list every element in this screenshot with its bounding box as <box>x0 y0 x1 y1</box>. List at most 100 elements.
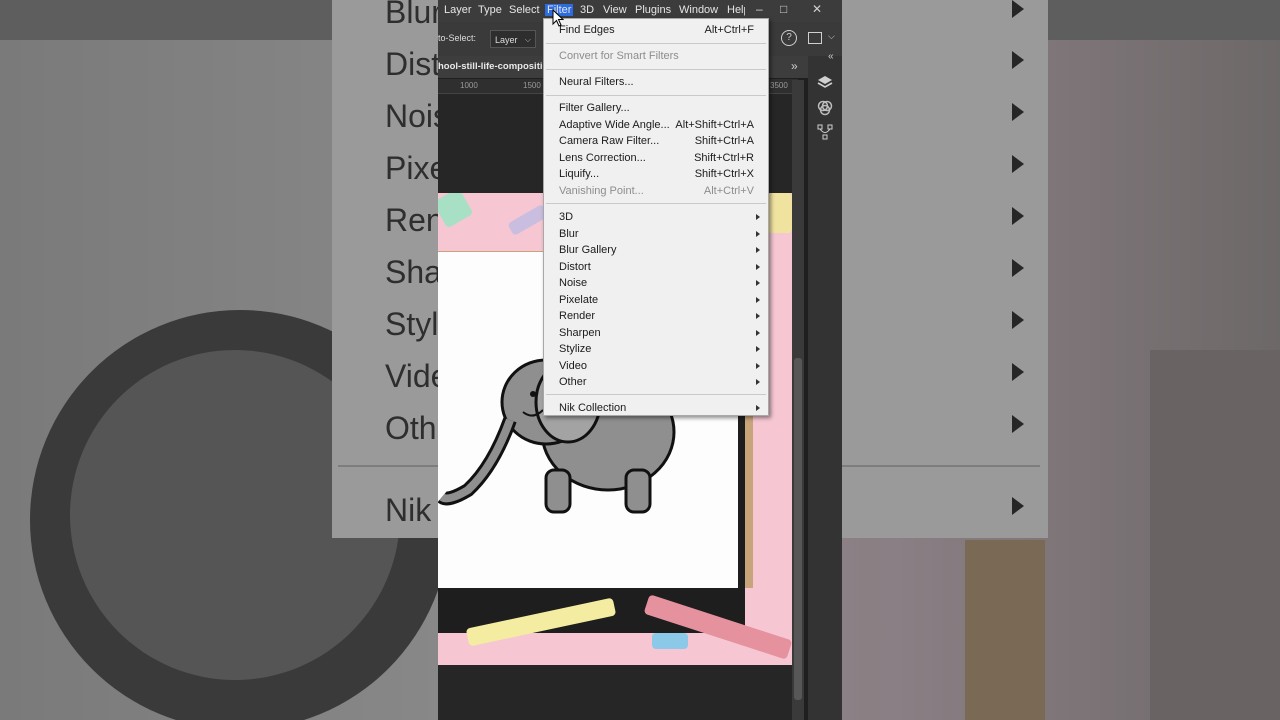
submenu-sharpen[interactable]: Sharpen <box>559 325 760 341</box>
bg-arrow-icon <box>1012 363 1024 381</box>
submenu-arrow-icon <box>756 346 760 352</box>
bg-arrow-icon <box>1012 155 1024 173</box>
menu-item-shortcut: Shift+Ctrl+R <box>694 151 754 164</box>
menu-item-camera-raw-filter[interactable]: Camera Raw Filter... Shift+Ctrl+A <box>559 133 756 149</box>
menu-item-label: Other <box>559 376 587 388</box>
scrollbar-thumb[interactable] <box>794 358 802 700</box>
menu-item-label: Filter Gallery... <box>559 102 630 114</box>
bg-arrow-icon <box>1012 311 1024 329</box>
menu-separator <box>546 95 766 96</box>
help-icon[interactable]: ? <box>781 30 797 46</box>
paths-icon[interactable] <box>817 124 833 140</box>
menu-separator <box>546 43 766 44</box>
menu-item-neural-filters[interactable]: Neural Filters... <box>559 74 756 90</box>
menu-item-label: Stylize <box>559 343 592 355</box>
submenu-stylize[interactable]: Stylize <box>559 341 760 357</box>
submenu-arrow-icon <box>756 379 760 385</box>
menu-window[interactable]: Window <box>679 4 718 16</box>
menu-item-label: Find Edges <box>559 24 615 36</box>
collapse-icon[interactable]: « <box>828 51 834 62</box>
submenu-video[interactable]: Video <box>559 358 760 374</box>
bg-label: Oth <box>385 410 437 446</box>
submenu-other[interactable]: Other <box>559 374 760 390</box>
bg-arrow-icon <box>1012 51 1024 69</box>
chalk-yellow-top <box>768 193 792 233</box>
layers-icon[interactable] <box>817 74 833 90</box>
menu-item-label: Noise <box>559 277 588 289</box>
chalk-green <box>438 193 474 229</box>
menu-plugins[interactable]: Plugins <box>635 4 671 16</box>
menu-separator <box>546 69 766 70</box>
menu-item-label: Camera Raw Filter... <box>559 135 660 147</box>
ruler-tick: 3500 <box>770 81 788 90</box>
menu-item-shortcut: Alt+Ctrl+F <box>704 24 754 36</box>
submenu-3d[interactable]: 3D <box>559 209 760 225</box>
submenu-distort[interactable]: Distort <box>559 259 760 275</box>
menu-item-label: 3D <box>559 211 574 223</box>
submenu-arrow-icon <box>756 214 760 220</box>
submenu-nik-collection[interactable]: Nik Collection <box>559 400 760 416</box>
channels-icon[interactable] <box>817 100 833 116</box>
menu-item-lens-correction[interactable]: Lens Correction... Shift+Ctrl+R <box>559 150 756 166</box>
double-chevron-icon[interactable]: » <box>791 59 798 73</box>
menu-help[interactable]: Help <box>727 4 745 16</box>
submenu-arrow-icon <box>756 405 760 411</box>
auto-select-dropdown[interactable]: Layer ⌵ <box>490 30 536 48</box>
menu-item-label: Neural Filters... <box>559 76 634 88</box>
minimize-button[interactable]: – <box>756 2 763 16</box>
menu-item-label: Vanishing Point... <box>559 184 644 197</box>
menu-item-filter-gallery[interactable]: Filter Gallery... <box>559 100 756 116</box>
bg-arrow-icon <box>1012 497 1024 515</box>
bg-label: Sha <box>385 254 442 290</box>
bg-arrow-icon <box>1012 207 1024 225</box>
bg-label: Blur <box>385 0 442 30</box>
menu-item-label: Adaptive Wide Angle... <box>559 118 670 131</box>
menu-item-label: Convert for Smart Filters <box>559 50 679 62</box>
workspace-icon[interactable] <box>808 32 822 44</box>
close-button[interactable]: ✕ <box>812 2 822 16</box>
bg-label: Dist <box>385 46 441 82</box>
menu-item-vanishing-point[interactable]: Vanishing Point... Alt+Ctrl+V <box>559 183 756 199</box>
ruler-tick: 1000 <box>460 81 478 90</box>
vertical-scrollbar[interactable] <box>792 80 804 720</box>
menu-item-label: Distort <box>559 260 591 273</box>
menu-separator <box>546 394 766 395</box>
menu-select[interactable]: Select <box>509 4 540 16</box>
bg-label: Nik <box>385 492 432 528</box>
menu-item-convert-smart-filters[interactable]: Convert for Smart Filters <box>559 48 756 64</box>
submenu-arrow-icon <box>756 296 760 303</box>
menu-item-liquify[interactable]: Liquify... Shift+Ctrl+X <box>559 166 756 182</box>
menu-3d[interactable]: 3D <box>580 4 594 16</box>
menu-item-label: Blur Gallery <box>559 244 617 256</box>
filter-dropdown-menu: Find Edges Alt+Ctrl+F Convert for Smart … <box>543 18 769 416</box>
bg-arrow-icon <box>1012 103 1024 121</box>
menu-item-label: Liquify... <box>559 168 600 180</box>
submenu-arrow-icon <box>756 230 760 237</box>
bg-label: Ren <box>385 202 444 238</box>
menu-view[interactable]: View <box>603 4 627 16</box>
submenu-blur-gallery[interactable]: Blur Gallery <box>559 242 760 258</box>
menu-item-adaptive-wide-angle[interactable]: Adaptive Wide Angle... Alt+Shift+Ctrl+A <box>559 117 756 133</box>
menu-item-label: Render <box>559 310 596 322</box>
submenu-render[interactable]: Render <box>559 308 760 324</box>
chalk-blue <box>652 633 688 649</box>
submenu-arrow-icon <box>756 247 760 253</box>
document-tab[interactable]: hool-still-life-compositio <box>438 61 548 72</box>
bg-label: Styl <box>385 306 439 342</box>
ruler-tick: 1500 <box>523 81 541 90</box>
submenu-noise[interactable]: Noise <box>559 275 760 291</box>
submenu-blur[interactable]: Blur <box>559 226 760 242</box>
menu-item-last-filter[interactable]: Find Edges Alt+Ctrl+F <box>559 22 756 38</box>
maximize-button[interactable]: □ <box>780 2 787 16</box>
background-strip <box>1150 350 1280 720</box>
chevron-down-icon[interactable]: ⌵ <box>828 31 835 42</box>
menu-item-label: Video <box>559 359 587 372</box>
menu-layer[interactable]: Layer <box>444 4 472 16</box>
bg-arrow-icon <box>1012 0 1024 18</box>
menu-item-shortcut: Alt+Ctrl+V <box>703 184 754 197</box>
menu-item-shortcut: Shift+Ctrl+X <box>694 168 754 180</box>
auto-select-value: Layer <box>495 35 518 45</box>
menu-type[interactable]: Type <box>478 4 502 16</box>
background-block <box>965 540 1045 720</box>
submenu-pixelate[interactable]: Pixelate <box>559 292 760 308</box>
